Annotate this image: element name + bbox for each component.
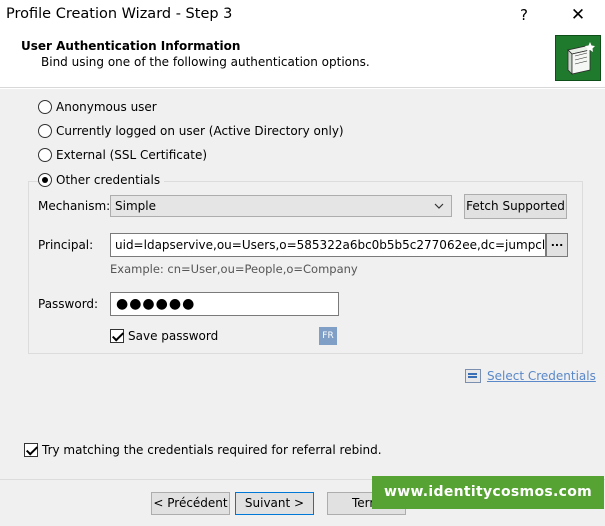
principal-input[interactable]: uid=ldapservive,ou=Users,o=585322a6bc0b5… <box>110 233 546 257</box>
radio-external-ssl[interactable]: External (SSL Certificate) <box>38 146 207 164</box>
radio-current-user-label: Currently logged on user (Active Directo… <box>56 124 344 138</box>
radio-other-credentials-label: Other credentials <box>56 173 161 187</box>
referral-indicator[interactable] <box>24 443 38 457</box>
radio-current-user-indicator[interactable] <box>38 124 52 138</box>
radio-current-user[interactable]: Currently logged on user (Active Directo… <box>38 122 344 140</box>
header-subtitle: Bind using one of the following authenti… <box>41 55 370 69</box>
server-box-icon <box>555 35 601 81</box>
principal-example: Example: cn=User,ou=People,o=Company <box>110 262 358 276</box>
principal-label: Principal: <box>38 238 94 252</box>
radio-anonymous[interactable]: Anonymous user <box>38 98 157 116</box>
select-credentials[interactable]: Select Credentials <box>465 369 596 383</box>
close-button[interactable]: ✕ <box>566 3 590 27</box>
language-badge: FR <box>319 327 337 345</box>
select-credentials-link[interactable]: Select Credentials <box>487 369 596 383</box>
radio-external-ssl-label: External (SSL Certificate) <box>56 148 208 162</box>
wizard-header: User Authentication Information Bind usi… <box>0 30 605 88</box>
radio-other-credentials-indicator[interactable] <box>38 173 52 187</box>
chevron-down-icon <box>433 197 445 223</box>
password-input[interactable]: ●●●●●● <box>110 292 339 316</box>
fetch-supported-button[interactable]: Fetch Supported <box>464 194 567 219</box>
mechanism-value: Simple <box>115 199 156 213</box>
header-title: User Authentication Information <box>21 39 241 53</box>
title-bar: Profile Creation Wizard - Step 3 ? ✕ <box>0 0 605 30</box>
principal-browse-button[interactable]: ... <box>546 233 568 257</box>
back-button[interactable]: < Précédent <box>151 492 230 515</box>
radio-anonymous-indicator[interactable] <box>38 100 52 114</box>
save-password-checkbox[interactable]: Save password <box>110 329 218 343</box>
radio-other-credentials[interactable]: Other credentials <box>38 171 165 189</box>
watermark-banner: www.identitycosmos.com <box>372 476 604 509</box>
save-password-label: Save password <box>128 329 219 343</box>
save-password-indicator[interactable] <box>110 329 124 343</box>
wizard-content: Anonymous user Currently logged on user … <box>0 89 605 479</box>
mechanism-label: Mechanism: <box>38 199 111 213</box>
help-button[interactable]: ? <box>512 3 536 27</box>
radio-external-ssl-indicator[interactable] <box>38 148 52 162</box>
window-title: Profile Creation Wizard - Step 3 <box>6 6 233 22</box>
mechanism-select[interactable]: Simple <box>110 195 452 217</box>
credentials-icon <box>465 369 481 383</box>
referral-checkbox[interactable]: Try matching the credentials required fo… <box>24 443 382 457</box>
next-button[interactable]: Suivant > <box>235 492 314 515</box>
password-label: Password: <box>38 297 99 311</box>
referral-label: Try matching the credentials required fo… <box>42 443 382 457</box>
radio-anonymous-label: Anonymous user <box>56 100 157 114</box>
